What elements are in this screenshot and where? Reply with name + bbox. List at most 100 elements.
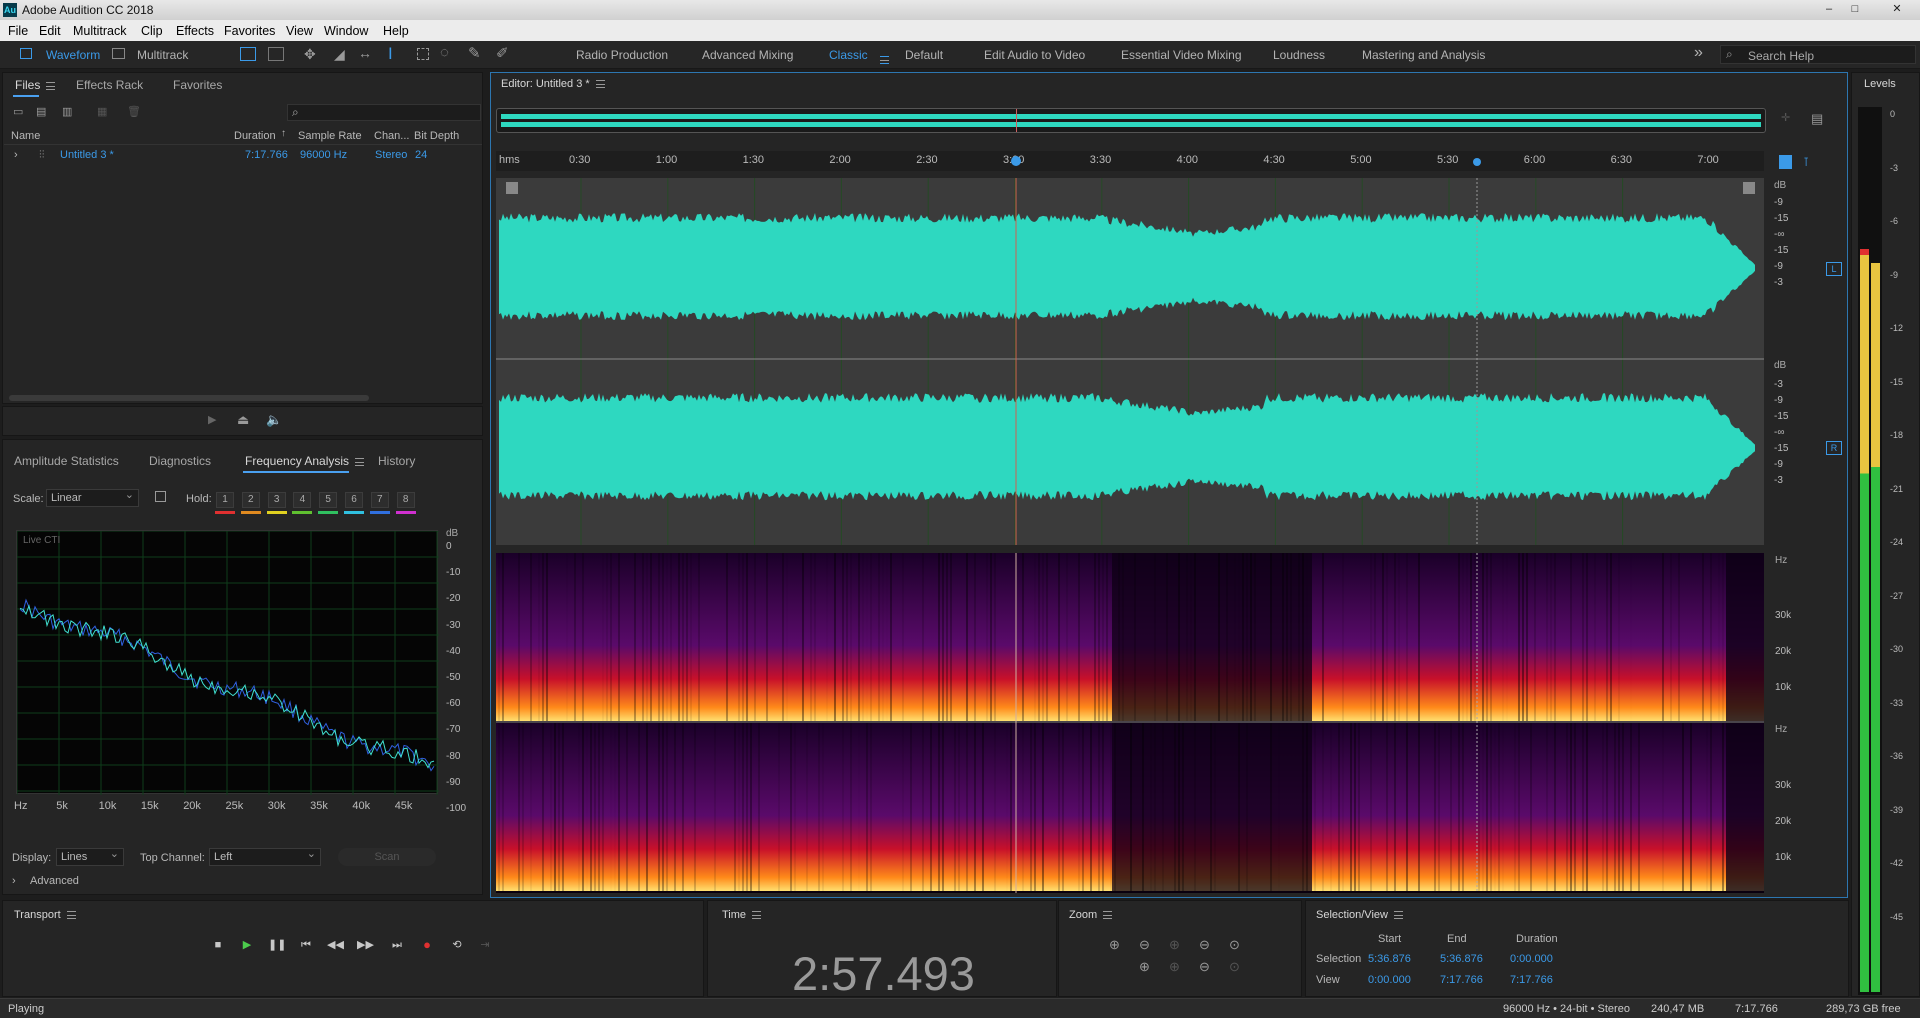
scan-button[interactable]: Scan — [338, 848, 436, 866]
open-file-icon[interactable]: ▭ — [13, 105, 23, 118]
playhead-handle[interactable] — [1011, 156, 1021, 166]
time-ruler[interactable]: hms 0:301:001:302:002:303:003:304:004:30… — [496, 151, 1764, 171]
snapshot-icon[interactable] — [155, 491, 166, 502]
ruler-snap-icon[interactable] — [1779, 155, 1792, 169]
tab-amplitude-statistics[interactable]: Amplitude Statistics — [14, 454, 119, 468]
new-file-icon[interactable]: ▥ — [62, 105, 72, 118]
hold-button-5[interactable]: 5 — [319, 492, 338, 508]
workspace-edit-audio-to-video[interactable]: Edit Audio to Video — [984, 48, 1085, 62]
clip-fade-icon[interactable] — [1743, 182, 1755, 194]
workspace-loudness[interactable]: Loudness — [1273, 48, 1325, 62]
workspace-classic[interactable]: Classic — [829, 48, 868, 62]
hold-button-1[interactable]: 1 — [216, 492, 234, 508]
menu-effects[interactable]: Effects — [176, 24, 214, 38]
zoom-in-time-icon[interactable]: ⊕ — [1169, 937, 1180, 953]
time-display[interactable]: 2:57.493 — [792, 946, 975, 1001]
zoom-out-amplitude-icon[interactable]: ⊖ — [1139, 937, 1150, 953]
zoom-out-time-icon[interactable]: ⊖ — [1199, 937, 1210, 953]
expand-chevron-icon[interactable]: › — [14, 149, 18, 161]
workspace-radio-production[interactable]: Radio Production — [576, 48, 668, 62]
move-to-previous-button[interactable]: ⏮ — [298, 937, 314, 953]
auto-play-icon[interactable]: ⏏ — [237, 412, 249, 428]
import-file-icon[interactable]: ▤ — [36, 105, 46, 118]
skip-selection-button[interactable]: ⇥ — [477, 937, 493, 953]
zoom-reset-icon[interactable]: ⊙ — [1229, 959, 1240, 975]
menu-multitrack[interactable]: Multitrack — [73, 24, 126, 38]
column-name[interactable]: Name — [11, 130, 40, 142]
advanced-chevron-icon[interactable]: › — [12, 875, 16, 887]
workspace-overflow-button[interactable]: » — [1694, 44, 1703, 62]
spot-healing-tool-icon[interactable]: ✐ — [496, 44, 509, 62]
tab-history[interactable]: History — [378, 454, 415, 468]
waveform-button[interactable]: Waveform — [46, 48, 100, 62]
maximize-button[interactable]: □ — [1844, 2, 1866, 16]
column-channels[interactable]: Chan... — [374, 130, 409, 142]
menu-edit[interactable]: Edit — [39, 24, 61, 38]
preview-play-icon[interactable]: ▶ — [208, 413, 216, 426]
editor-title[interactable]: Editor: Untitled 3 * — [501, 78, 605, 90]
zoom-out-full-icon[interactable]: ⊙ — [1229, 937, 1240, 953]
spectral-area[interactable] — [496, 553, 1764, 893]
slip-tool-icon[interactable]: ↔ — [358, 45, 372, 61]
channel-right-toggle[interactable]: R — [1826, 441, 1842, 455]
workspace-default[interactable]: Default — [905, 48, 943, 62]
insert-multitrack-icon[interactable]: ▦ — [97, 105, 107, 118]
fast-forward-button[interactable]: ▶▶ — [357, 937, 374, 953]
overview-bar[interactable] — [496, 108, 1766, 133]
time-selection-tool-icon[interactable]: Ⅰ — [388, 44, 393, 64]
zoom-overview-icon[interactable]: ✛ — [1781, 111, 1790, 124]
workspace-advanced-mixing[interactable]: Advanced Mixing — [702, 48, 793, 62]
view-start[interactable]: 0:00.000 — [1368, 974, 1411, 986]
move-to-next-button[interactable]: ⏭ — [389, 937, 405, 953]
marquee-tool-icon[interactable] — [417, 48, 429, 60]
razor-tool-icon[interactable]: ◢ — [334, 46, 345, 63]
menu-favorites[interactable]: Favorites — [224, 24, 275, 38]
brush-tool-icon[interactable]: ✎ — [468, 44, 481, 62]
multitrack-button[interactable]: Multitrack — [137, 48, 188, 62]
files-search-field[interactable]: ⌕ — [287, 104, 481, 121]
zoom-in-point-icon[interactable]: ⊕ — [1169, 959, 1180, 975]
ruler-marker-icon[interactable]: ⊺ — [1803, 155, 1809, 169]
advanced-toggle[interactable]: Advanced — [30, 875, 79, 887]
zoom-in-amplitude-icon[interactable]: ⊕ — [1109, 937, 1120, 953]
column-bit-depth[interactable]: Bit Depth — [414, 130, 459, 142]
spectral-pitch-icon[interactable] — [268, 47, 284, 61]
view-end[interactable]: 7:17.766 — [1440, 974, 1483, 986]
hold-button-8[interactable]: 8 — [396, 492, 415, 508]
hold-button-6[interactable]: 6 — [345, 492, 363, 508]
preview-volume-icon[interactable]: 🔈 — [266, 412, 282, 428]
loop-playback-button[interactable]: ⟲ — [449, 937, 465, 953]
column-sample-rate[interactable]: Sample Rate — [298, 130, 362, 142]
workspace-menu-icon[interactable] — [874, 52, 889, 66]
hold-button-7[interactable]: 7 — [370, 492, 389, 508]
hold-button-4[interactable]: 4 — [293, 492, 312, 508]
selection-duration[interactable]: 0:00.000 — [1510, 953, 1553, 965]
scale-dropdown[interactable]: Linear — [46, 488, 139, 507]
hold-button-3[interactable]: 3 — [267, 492, 286, 508]
rewind-button[interactable]: ◀◀ — [327, 937, 344, 953]
menu-file[interactable]: File — [8, 24, 28, 38]
selection-start[interactable]: 5:36.876 — [1368, 953, 1411, 965]
tab-diagnostics[interactable]: Diagnostics — [149, 454, 211, 468]
display-dropdown[interactable]: Lines — [56, 847, 124, 866]
pause-button[interactable]: ❚❚ — [268, 937, 286, 953]
overview-menu-icon[interactable]: ▤ — [1811, 111, 1823, 127]
selection-marker-handle[interactable] — [1473, 158, 1481, 166]
play-button[interactable]: ▶ — [239, 937, 255, 953]
stop-button[interactable]: ■ — [210, 937, 226, 953]
zoom-out-point-icon[interactable]: ⊖ — [1199, 959, 1210, 975]
menu-help[interactable]: Help — [383, 24, 409, 38]
menu-window[interactable]: Window — [324, 24, 368, 38]
file-row[interactable]: › ⫶⫶ Untitled 3 * 7:17.766 96000 Hz Ster… — [4, 148, 482, 164]
delete-file-icon[interactable]: 🗑 — [127, 105, 141, 118]
tab-files[interactable]: Files — [15, 78, 56, 92]
lasso-tool-icon[interactable]: ◌ — [440, 44, 449, 61]
spectral-frequency-icon[interactable] — [240, 47, 256, 61]
tab-frequency-analysis[interactable]: Frequency Analysis — [245, 454, 365, 468]
record-button[interactable]: ● — [419, 937, 435, 953]
move-tool-icon[interactable]: ✥ — [304, 46, 316, 63]
minimize-button[interactable]: – — [1818, 2, 1840, 16]
hold-button-2[interactable]: 2 — [241, 492, 260, 508]
workspace-mastering-and-analysis[interactable]: Mastering and Analysis — [1362, 48, 1485, 62]
view-duration[interactable]: 7:17.766 — [1510, 974, 1553, 986]
